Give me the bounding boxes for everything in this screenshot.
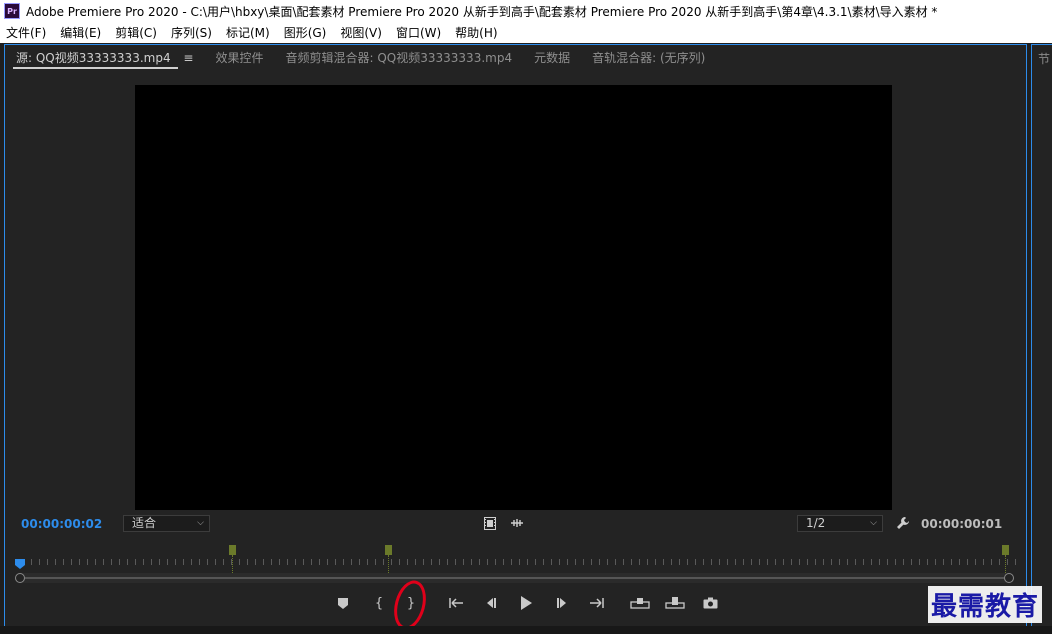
panel-tabs: 源: QQ视频33333333.mp4 ≡ 效果控件 音频剪辑混合器: QQ视频… (5, 45, 1026, 71)
resolution-select[interactable]: 1/2 ⌵ (797, 515, 883, 532)
menu-graphics[interactable]: 图形(G) (277, 24, 334, 41)
tab-source-label: 源: QQ视频33333333.mp4 (16, 51, 171, 65)
go-to-out-button[interactable] (587, 595, 605, 611)
tab-audio-clip-mixer[interactable]: 音频剪辑混合器: QQ视频33333333.mp4 (275, 45, 524, 71)
menu-help[interactable]: 帮助(H) (448, 24, 504, 41)
tab-effect-controls[interactable]: 效果控件 (204, 45, 274, 71)
wrench-icon[interactable] (895, 515, 911, 531)
adjacent-panel-tab-label[interactable]: 节 (1038, 50, 1050, 67)
scroll-handle-right[interactable] (1004, 573, 1014, 583)
title-bar: Pr Adobe Premiere Pro 2020 - C:\用户\hbxy\… (0, 0, 1052, 22)
clip-marker[interactable] (229, 545, 236, 575)
menu-window[interactable]: 窗口(W) (389, 24, 448, 41)
film-icon[interactable] (483, 516, 497, 530)
mark-in-button[interactable]: { (371, 595, 387, 611)
add-marker-button[interactable] (335, 595, 351, 611)
premiere-app-icon: Pr (4, 3, 20, 19)
watermark-logo: 最需教育 (928, 586, 1043, 623)
step-forward-button[interactable] (554, 595, 570, 611)
clip-marker[interactable] (1002, 545, 1009, 575)
ruler-ticks (15, 559, 1018, 565)
bottom-panel-edge (0, 626, 1052, 634)
chevron-down-icon: ⌵ (870, 518, 877, 528)
drag-audio-icon[interactable] (509, 516, 525, 530)
go-to-in-button[interactable] (448, 595, 466, 611)
tab-source[interactable]: 源: QQ视频33333333.mp4 ≡ (5, 45, 204, 71)
duration-timecode: 00:00:00:01 (921, 517, 1003, 531)
menu-markers[interactable]: 标记(M) (219, 24, 277, 41)
step-back-button[interactable] (483, 595, 499, 611)
menu-view[interactable]: 视图(V) (333, 24, 389, 41)
menu-file[interactable]: 文件(F) (0, 24, 53, 41)
export-frame-button[interactable] (701, 595, 719, 611)
insert-button[interactable] (629, 595, 651, 611)
current-timecode[interactable]: 00:00:00:02 (21, 517, 102, 531)
overwrite-button[interactable] (664, 595, 686, 611)
zoom-select[interactable]: 适合 ⌵ (123, 515, 210, 532)
window-title: Adobe Premiere Pro 2020 - C:\用户\hbxy\桌面\… (26, 4, 938, 19)
clip-marker[interactable] (385, 545, 392, 575)
panel-menu-icon[interactable]: ≡ (183, 51, 193, 65)
menu-bar: 文件(F) 编辑(E) 剪辑(C) 序列(S) 标记(M) 图形(G) 视图(V… (0, 22, 1052, 43)
zoom-select-value: 适合 (132, 516, 157, 530)
menu-edit[interactable]: 编辑(E) (53, 24, 108, 41)
play-button[interactable] (518, 595, 534, 611)
chevron-down-icon: ⌵ (197, 518, 204, 528)
adjacent-panel-edge[interactable]: 节 (1031, 44, 1052, 634)
video-preview[interactable] (135, 85, 892, 510)
time-ruler[interactable] (15, 545, 1018, 575)
zoom-scrollbar[interactable] (15, 573, 1014, 583)
scrollbar-track (25, 577, 1004, 579)
playhead[interactable] (15, 559, 25, 569)
transport-controls: { } (5, 595, 1026, 615)
tab-audio-track-mixer[interactable]: 音轨混合器: (无序列) (581, 45, 716, 71)
scroll-handle-left[interactable] (15, 573, 25, 583)
tab-metadata[interactable]: 元数据 (523, 45, 581, 71)
source-monitor-panel: 源: QQ视频33333333.mp4 ≡ 效果控件 音频剪辑混合器: QQ视频… (4, 44, 1027, 634)
menu-sequence[interactable]: 序列(S) (164, 24, 219, 41)
resolution-select-value: 1/2 (806, 516, 826, 530)
menu-clip[interactable]: 剪辑(C) (108, 24, 164, 41)
